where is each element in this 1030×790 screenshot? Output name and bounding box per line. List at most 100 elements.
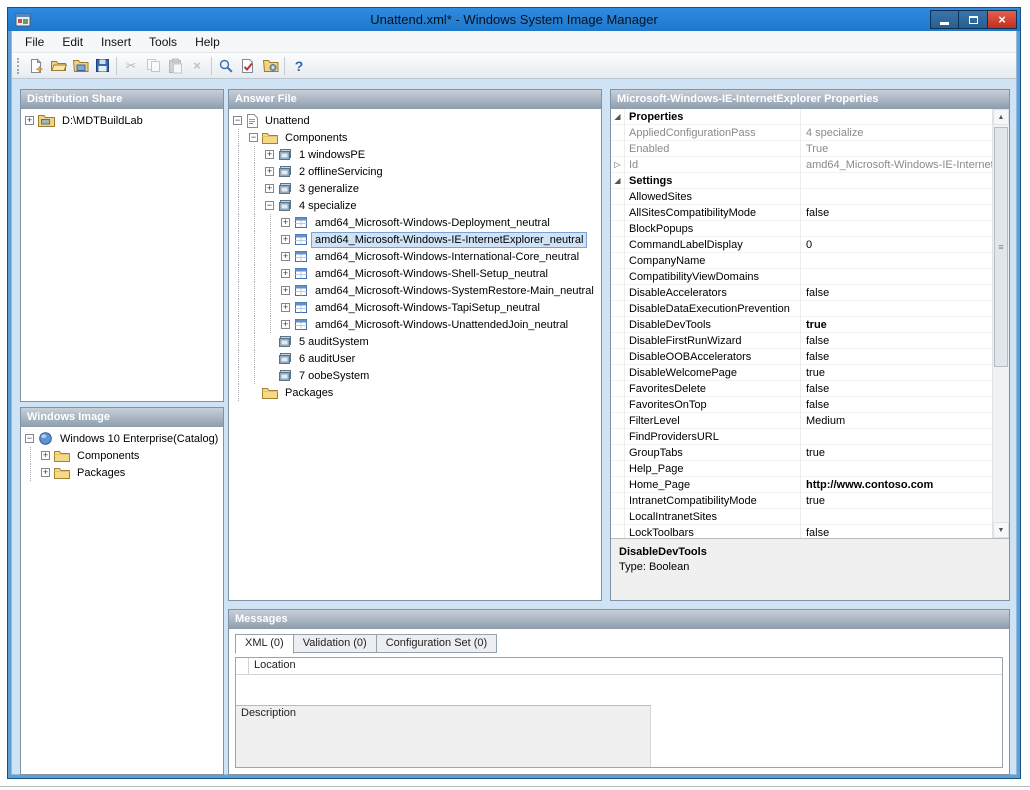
property-value[interactable]: true: [801, 365, 992, 380]
property-value[interactable]: false: [801, 205, 992, 220]
property-row[interactable]: Help_Page: [611, 461, 992, 477]
tree-label[interactable]: amd64_Microsoft-Windows-Shell-Setup_neut…: [312, 267, 551, 281]
tree-item[interactable]: 7 oobeSystem: [231, 367, 599, 384]
tree-label[interactable]: 3 generalize: [296, 182, 362, 196]
messages-description-column-header[interactable]: Description: [236, 705, 651, 767]
tree-label[interactable]: amd64_Microsoft-Windows-International-Co…: [312, 250, 582, 264]
tree-label[interactable]: amd64_Microsoft-Windows-UnattendedJoin_n…: [312, 318, 571, 332]
tree-item[interactable]: + D:\MDTBuildLab: [23, 112, 221, 129]
property-value[interactable]: 4 specialize: [801, 125, 992, 140]
property-value[interactable]: false: [801, 381, 992, 396]
maximize-button[interactable]: [959, 10, 988, 29]
tree-item[interactable]: −Windows 10 Enterprise(Catalog): [23, 430, 221, 447]
tree-label[interactable]: 2 offlineServicing: [296, 165, 386, 179]
property-row[interactable]: FavoritesOnTopfalse: [611, 397, 992, 413]
tree-label[interactable]: 5 auditSystem: [296, 335, 372, 349]
tree-label[interactable]: Packages: [74, 466, 128, 480]
tree-label[interactable]: D:\MDTBuildLab: [59, 114, 146, 128]
property-value[interactable]: [801, 189, 992, 204]
property-row[interactable]: ◢Settings: [611, 173, 992, 189]
tree-item[interactable]: 5 auditSystem: [231, 333, 599, 350]
tree-item[interactable]: +amd64_Microsoft-Windows-International-C…: [231, 248, 599, 265]
property-value[interactable]: false: [801, 397, 992, 412]
tree-item[interactable]: 6 auditUser: [231, 350, 599, 367]
property-row[interactable]: DisableWelcomePagetrue: [611, 365, 992, 381]
property-value[interactable]: [801, 429, 992, 444]
tree-label[interactable]: amd64_Microsoft-Windows-IE-InternetExplo…: [312, 233, 586, 247]
find-button[interactable]: [215, 55, 237, 77]
minimize-button[interactable]: [930, 10, 959, 29]
create-configuration-set-button[interactable]: [259, 55, 281, 77]
section-expander-icon[interactable]: ▷: [611, 157, 625, 172]
property-row[interactable]: AllSitesCompatibilityModefalse: [611, 205, 992, 221]
property-value[interactable]: false: [801, 285, 992, 300]
property-value[interactable]: true: [801, 317, 992, 332]
tree-label[interactable]: Components: [282, 131, 350, 145]
tree-label[interactable]: 1 windowsPE: [296, 148, 368, 162]
tree-item[interactable]: + amd64_Microsoft-Windows-Shell-Setup_neu…: [231, 265, 599, 282]
property-row[interactable]: CompatibilityViewDomains: [611, 269, 992, 285]
property-value[interactable]: Medium: [801, 413, 992, 428]
property-value[interactable]: true: [801, 493, 992, 508]
property-row[interactable]: FindProvidersURL: [611, 429, 992, 445]
tree-label[interactable]: amd64_Microsoft-Windows-TapiSetup_neutra…: [312, 301, 543, 315]
property-row[interactable]: ◢Properties: [611, 109, 992, 125]
expander-collapsed-icon[interactable]: +: [25, 116, 34, 125]
property-value[interactable]: [801, 301, 992, 316]
close-button[interactable]: ×: [988, 10, 1017, 29]
tree-item[interactable]: − Unattend: [231, 112, 599, 129]
section-expander-icon[interactable]: ◢: [611, 173, 625, 188]
expander-collapsed-icon[interactable]: +: [281, 320, 290, 329]
tab-xml[interactable]: XML (0): [235, 634, 294, 654]
expander-collapsed-icon[interactable]: +: [281, 269, 290, 278]
tree-item[interactable]: Packages: [231, 384, 599, 401]
tree-label[interactable]: amd64_Microsoft-Windows-Deployment_neutr…: [312, 216, 553, 230]
property-row[interactable]: AllowedSites: [611, 189, 992, 205]
expander-collapsed-icon[interactable]: +: [281, 303, 290, 312]
property-row[interactable]: DisableOOBAcceleratorsfalse: [611, 349, 992, 365]
expander-collapsed-icon[interactable]: +: [281, 286, 290, 295]
property-value[interactable]: 0: [801, 237, 992, 252]
scroll-down-arrow-icon[interactable]: ▼: [993, 522, 1009, 538]
property-row[interactable]: CommandLabelDisplay0: [611, 237, 992, 253]
property-row[interactable]: DisableDevToolstrue: [611, 317, 992, 333]
toolbar-grip[interactable]: [17, 58, 20, 74]
tree-item[interactable]: −4 specialize: [231, 197, 599, 214]
menu-insert[interactable]: Insert: [92, 32, 140, 52]
expander-collapsed-icon[interactable]: +: [265, 184, 274, 193]
tree-item[interactable]: + amd64_Microsoft-Windows-TapiSetup_neutr…: [231, 299, 599, 316]
scrollbar-thumb[interactable]: ≡: [994, 127, 1008, 367]
title-bar[interactable]: Unattend.xml* - Windows System Image Man…: [8, 8, 1020, 31]
tree-label[interactable]: Unattend: [262, 114, 313, 128]
validate-answer-file-button[interactable]: [237, 55, 259, 77]
property-value[interactable]: [801, 221, 992, 236]
menu-edit[interactable]: Edit: [53, 32, 92, 52]
expander-collapsed-icon[interactable]: +: [41, 451, 50, 460]
help-button[interactable]: ?: [288, 55, 310, 77]
property-row[interactable]: DisableAcceleratorsfalse: [611, 285, 992, 301]
property-row[interactable]: EnabledTrue: [611, 141, 992, 157]
tree-item[interactable]: +3 generalize: [231, 180, 599, 197]
tree-item[interactable]: +2 offlineServicing: [231, 163, 599, 180]
property-value[interactable]: amd64_Microsoft-Windows-IE-InternetEx: [801, 157, 992, 172]
menu-help[interactable]: Help: [186, 32, 229, 52]
open-answer-file-button[interactable]: [47, 55, 69, 77]
section-expander-icon[interactable]: ◢: [611, 109, 625, 124]
property-row[interactable]: FilterLevelMedium: [611, 413, 992, 429]
expander-expanded-icon[interactable]: −: [233, 116, 242, 125]
expander-collapsed-icon[interactable]: +: [265, 167, 274, 176]
expander-collapsed-icon[interactable]: +: [41, 468, 50, 477]
messages-location-column-header[interactable]: Location: [249, 658, 1002, 674]
property-row[interactable]: Home_Pagehttp://www.contoso.com: [611, 477, 992, 493]
expander-expanded-icon[interactable]: −: [249, 133, 258, 142]
property-value[interactable]: false: [801, 525, 992, 538]
menu-file[interactable]: File: [16, 32, 53, 52]
tree-item[interactable]: +amd64_Microsoft-Windows-SystemRestore-M…: [231, 282, 599, 299]
tree-item[interactable]: +amd64_Microsoft-Windows-Deployment_neut…: [231, 214, 599, 231]
expander-collapsed-icon[interactable]: +: [281, 235, 290, 244]
tab-validation[interactable]: Validation (0): [294, 634, 377, 653]
tree-label[interactable]: 4 specialize: [296, 199, 359, 213]
scroll-up-arrow-icon[interactable]: ▲: [993, 109, 1009, 125]
tree-label[interactable]: Packages: [282, 386, 336, 400]
property-row[interactable]: IntranetCompatibilityModetrue: [611, 493, 992, 509]
